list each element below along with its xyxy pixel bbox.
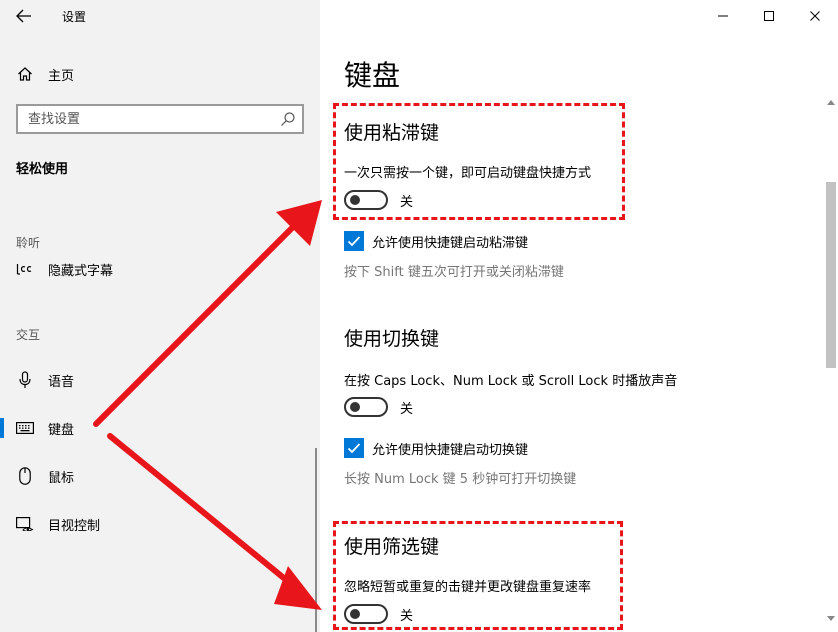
toggle-keys-hint: 长按 Num Lock 键 5 秒钟可打开切换键 [344, 472, 577, 487]
chevron-down-icon [827, 615, 835, 621]
sidebar-item-label: 主页 [48, 68, 75, 84]
sidebar-item-keyboard[interactable]: 键盘 [0, 410, 320, 446]
scroll-down-button[interactable] [824, 612, 838, 624]
toggle-keys-shortcut-row: 允许使用快捷键启动切换键 [344, 438, 528, 458]
maximize-icon [764, 11, 774, 21]
annotation-box-filter-keys [333, 521, 623, 630]
sidebar-item-closed-captions[interactable]: 隐藏式字幕 [0, 251, 320, 287]
checkmark-icon [347, 236, 361, 247]
maximize-button[interactable] [746, 0, 792, 32]
sidebar-item-label: 鼠标 [48, 470, 75, 486]
titlebar-left: 设置 [0, 0, 320, 32]
toggle-keys-toggle[interactable] [344, 397, 388, 417]
toggle-keys-title: 使用切换键 [344, 328, 440, 350]
search-icon[interactable] [280, 111, 296, 127]
scrollbar-thumb[interactable] [826, 182, 836, 368]
checkmark-icon [347, 443, 361, 454]
minimize-button[interactable] [700, 0, 746, 32]
sticky-keys-shortcut-checkbox[interactable] [344, 231, 364, 251]
sidebar-scrollbar[interactable] [315, 448, 317, 632]
mouse-icon [16, 467, 34, 485]
toggle-keys-description: 在按 Caps Lock、Num Lock 或 Scroll Lock 时播放声… [344, 374, 678, 389]
group-header-hearing: 聆听 [16, 236, 41, 250]
section-title: 轻松使用 [16, 162, 69, 177]
eye-control-icon [16, 515, 34, 533]
back-arrow-icon [16, 9, 31, 23]
search-input[interactable] [18, 106, 274, 132]
sidebar-item-label: 键盘 [48, 422, 75, 438]
sidebar: 设置 主页 轻松使用 聆听 隐藏式字幕 交互 [0, 0, 320, 632]
app-title: 设置 [62, 10, 87, 24]
sidebar-item-label: 隐藏式字幕 [48, 263, 114, 279]
keyboard-icon [16, 419, 34, 437]
microphone-icon [16, 371, 34, 389]
toggle-knob [350, 402, 360, 412]
home-icon [16, 65, 34, 83]
scroll-up-button[interactable] [824, 96, 838, 108]
group-header-interaction: 交互 [16, 328, 41, 342]
sidebar-item-speech[interactable]: 语音 [0, 362, 320, 398]
close-icon [810, 11, 820, 21]
toggle-keys-shortcut-checkbox[interactable] [344, 438, 364, 458]
sticky-keys-shortcut-row: 允许使用快捷键启动粘滞键 [344, 231, 528, 251]
back-button[interactable] [10, 4, 38, 28]
toggle-keys-toggle-state: 关 [400, 401, 414, 417]
close-button[interactable] [792, 0, 838, 32]
toggle-keys-toggle-row: 关 [344, 397, 413, 417]
sticky-keys-shortcut-label: 允许使用快捷键启动粘滞键 [372, 235, 529, 251]
search-box[interactable] [16, 104, 304, 134]
toggle-keys-shortcut-label: 允许使用快捷键启动切换键 [372, 442, 529, 458]
sidebar-item-eye-control[interactable]: 目视控制 [0, 506, 320, 542]
sidebar-item-home[interactable]: 主页 [0, 58, 320, 90]
sidebar-item-mouse[interactable]: 鼠标 [0, 458, 320, 494]
closed-captions-icon [16, 260, 34, 278]
sidebar-item-label: 语音 [48, 374, 75, 390]
minimize-icon [718, 15, 728, 17]
annotation-box-sticky-keys [333, 103, 625, 220]
sidebar-item-label: 目视控制 [48, 518, 101, 534]
chevron-up-icon [827, 99, 835, 105]
page-title: 键盘 [344, 59, 401, 92]
sticky-keys-hint: 按下 Shift 键五次可打开或关闭粘滞键 [344, 265, 564, 280]
